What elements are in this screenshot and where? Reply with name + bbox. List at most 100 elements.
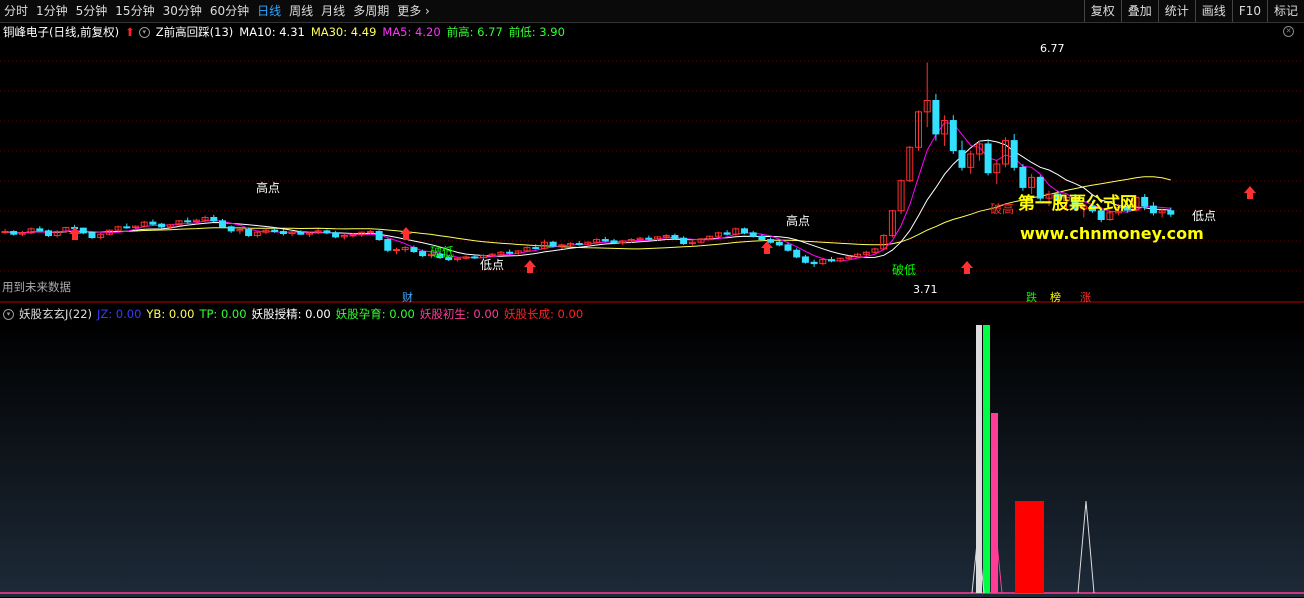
- bar-red: [1015, 501, 1044, 593]
- tab-5min[interactable]: 5分钟: [72, 0, 112, 22]
- candle-body: [271, 229, 279, 233]
- up-arrow-icon: [524, 260, 536, 273]
- candle-body: [332, 232, 340, 238]
- panel2-name[interactable]: 妖股玄玄J(22): [19, 306, 92, 322]
- candle-body: [549, 241, 557, 247]
- candle-body: [828, 259, 835, 262]
- settings-circle-icon[interactable]: ▾: [138, 26, 150, 38]
- candle-body: [984, 143, 992, 174]
- up-arrow-icon: [961, 261, 973, 274]
- label-break-low-2: 破低: [892, 262, 916, 277]
- toolbar-right-group: 复权 叠加 统计 画线 F10 标记: [1083, 0, 1304, 22]
- candle-body: [1010, 140, 1018, 168]
- tp-value: TP: 0.00: [199, 307, 247, 321]
- candle-body: [123, 226, 131, 229]
- candle-body: [758, 235, 766, 241]
- label-peak-value: 6.77: [1040, 42, 1065, 55]
- tab-daily[interactable]: 日线: [253, 0, 285, 22]
- candle-body: [949, 120, 957, 152]
- tab-1min[interactable]: 1分钟: [32, 0, 72, 22]
- candle-body: [610, 240, 618, 244]
- mark-button[interactable]: 标记: [1266, 0, 1304, 22]
- label-cai: 财: [402, 290, 413, 303]
- candle-body: [1019, 166, 1027, 188]
- candle-body: [393, 249, 400, 252]
- ma10-value: MA10: 4.31: [239, 25, 305, 39]
- candle-body: [149, 221, 157, 225]
- tab-multi-period[interactable]: 多周期: [349, 0, 393, 22]
- candle-body: [323, 230, 331, 234]
- indicator-name[interactable]: Z前高回踩(13): [156, 24, 233, 40]
- candle-body: [219, 220, 226, 228]
- candle-body: [671, 235, 679, 239]
- tab-more[interactable]: 更多 ›: [393, 0, 434, 22]
- candle-body: [784, 244, 792, 251]
- tab-weekly[interactable]: 周线: [285, 0, 317, 22]
- candle-body: [79, 227, 87, 234]
- watermark-url: www.chnmoney.com: [1020, 224, 1204, 243]
- up-arrow-icon: [1244, 186, 1256, 199]
- candle-body: [410, 247, 418, 253]
- future-data-note: 用到未来数据: [2, 280, 71, 294]
- candle-body: [810, 261, 818, 265]
- candle-body: [10, 231, 18, 235]
- label-high-1: 高点: [256, 180, 280, 195]
- tab-30min[interactable]: 30分钟: [159, 0, 206, 22]
- candle-body: [1167, 210, 1175, 215]
- tab-fenshi[interactable]: 分时: [0, 0, 32, 22]
- bar-white: [976, 325, 982, 593]
- period-toolbar: 分时 1分钟 5分钟 15分钟 30分钟 60分钟 日线 周线 月线 多周期 更…: [0, 0, 1304, 23]
- candle-body: [958, 150, 966, 168]
- label-low-1: 低点: [480, 258, 504, 272]
- prev-high-value: 前高: 6.77: [446, 25, 503, 39]
- candle-body: [366, 231, 374, 234]
- ma5-line: [4, 122, 1171, 262]
- candle-body: [210, 216, 218, 222]
- candle-body: [227, 226, 235, 232]
- tab-60min[interactable]: 60分钟: [206, 0, 253, 22]
- candle-body: [767, 239, 775, 243]
- stock-name: 铜峰电子(日线,前复权): [3, 25, 120, 39]
- draw-button[interactable]: 画线: [1194, 0, 1232, 22]
- fuquan-button[interactable]: 复权: [1083, 0, 1121, 22]
- ys-yun-value: 妖股孕育: 0.00: [335, 307, 415, 321]
- up-arrow-icon: ⬆: [125, 25, 135, 39]
- ys-jing-value: 妖股授精: 0.00: [251, 307, 331, 321]
- tab-15min[interactable]: 15分钟: [111, 0, 158, 22]
- ma30-value: MA30: 4.49: [310, 25, 377, 39]
- candle-body: [36, 228, 44, 232]
- stats-button[interactable]: 统计: [1157, 0, 1195, 22]
- main-info-bar: 铜峰电子(日线,前复权) ⬆ ▾ Z前高回踩(13) MA10: 4.31 MA…: [0, 23, 1304, 41]
- prev-low-value: 前低: 3.90: [508, 25, 565, 39]
- candle-body: [184, 220, 192, 223]
- candle-body: [1, 231, 9, 234]
- candle-body: [384, 239, 392, 251]
- candle-body: [506, 251, 514, 254]
- candle-body: [471, 256, 479, 259]
- candle-body: [932, 99, 940, 135]
- up-arrow-icon: [761, 241, 773, 254]
- f10-button[interactable]: F10: [1231, 0, 1267, 22]
- indicator-chart: [0, 323, 1304, 597]
- label-break-low-1: 破低: [430, 244, 454, 259]
- overlay-button[interactable]: 叠加: [1120, 0, 1158, 22]
- candle-body: [375, 231, 383, 241]
- bar-green: [983, 325, 990, 593]
- candle-body: [1141, 196, 1149, 207]
- collapse-circle-icon[interactable]: ▾: [3, 308, 14, 320]
- candle-body: [245, 229, 253, 237]
- candle-body: [45, 230, 52, 237]
- candle-body: [749, 232, 757, 237]
- tab-monthly[interactable]: 月线: [317, 0, 349, 22]
- label-high-2: 高点: [786, 213, 810, 228]
- label-zhang: 涨: [1080, 291, 1091, 303]
- candle-body: [419, 251, 427, 257]
- label-low-value: 3.71: [913, 283, 938, 296]
- candle-body: [645, 237, 653, 240]
- candlestick-chart: 高点高点低点低点破低破低破高6.773.71财跌榜涨: [0, 42, 1304, 303]
- ys-zhang-value: 妖股长成: 0.00: [504, 307, 584, 321]
- candle-body: [297, 231, 305, 235]
- yb-value: YB: 0.00: [146, 307, 195, 321]
- candle-body: [575, 243, 583, 246]
- close-icon[interactable]: ✕: [1283, 26, 1294, 37]
